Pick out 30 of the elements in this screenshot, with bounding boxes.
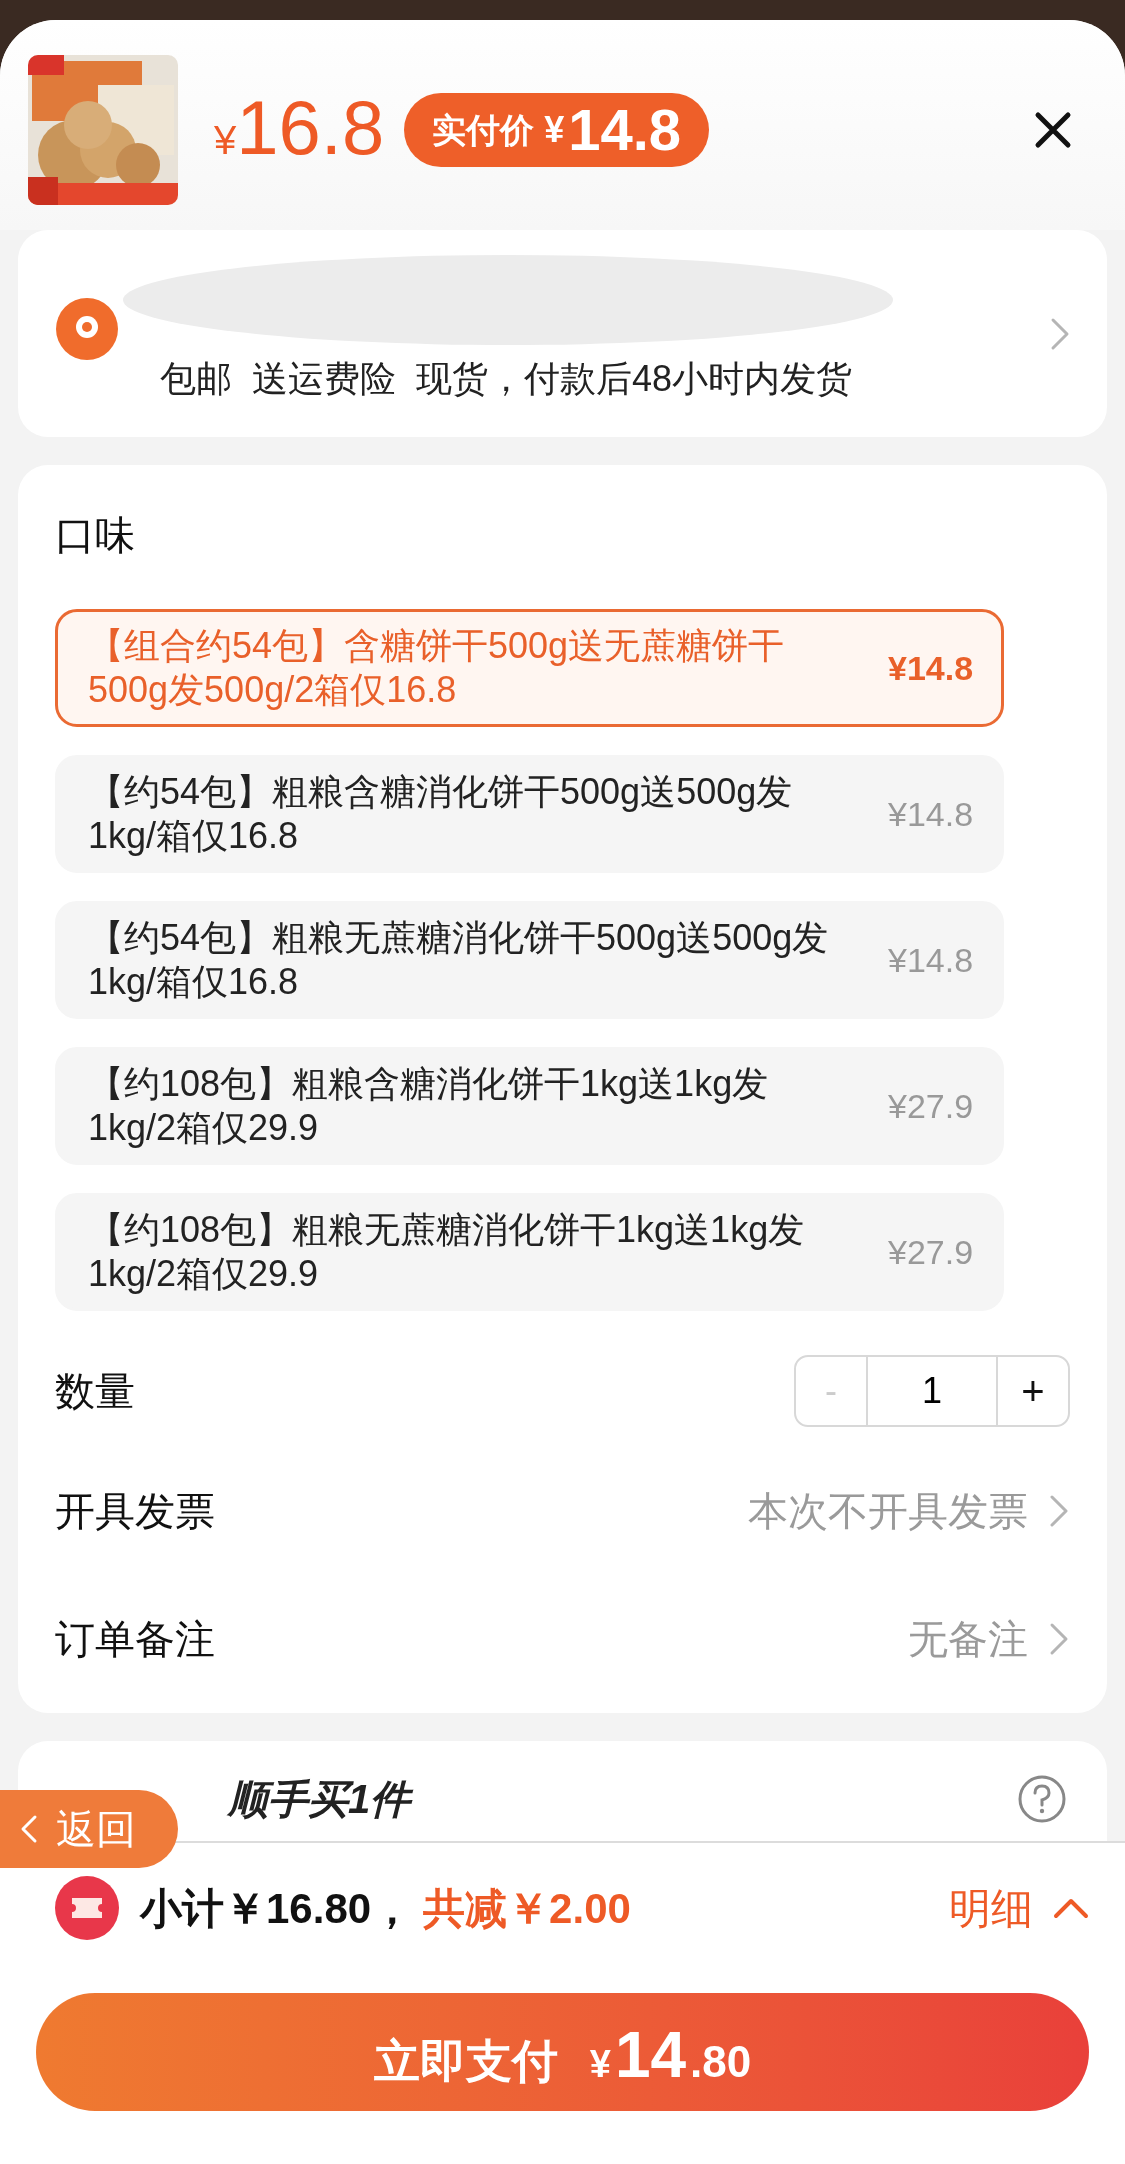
coupon-icon: [54, 1875, 120, 1941]
row-value[interactable]: 无备注: [908, 1609, 1070, 1669]
chevron-right-icon: [1048, 1493, 1070, 1529]
subtotal-text: 小计￥16.80，: [140, 1883, 414, 1934]
flavor-option[interactable]: 【组合约54包】含糖饼干500g送无蔗糖饼干500g发500g/2箱仅16.8 ¥14.8: [55, 609, 1005, 727]
row-label: 开具发票: [55, 1488, 215, 1535]
addon-title: 顺手买1件: [228, 1776, 411, 1823]
help-icon: [1017, 1774, 1067, 1824]
shipping-info: 包邮 送运费险 现货，付款后48小时内发货: [160, 356, 853, 401]
details-button[interactable]: 明细: [949, 1876, 1089, 1940]
row-label: 订单备注: [55, 1616, 215, 1663]
chevron-up-icon: [1053, 1897, 1089, 1919]
flavor-option[interactable]: 【约54包】粗粮无蔗糖消化饼干500g送500g发1kg/箱仅16.8 ¥14.8: [55, 901, 1005, 1019]
flavor-title: 口味: [55, 512, 136, 559]
back-button[interactable]: 返回: [0, 1790, 178, 1868]
flavor-option[interactable]: 【约108包】粗粮含糖消化饼干1kg送1kg发1kg/2箱仅29.9 ¥27.9: [55, 1047, 1005, 1165]
row-value[interactable]: 本次不开具发票: [748, 1481, 1070, 1541]
discount-text: 共减￥2.00: [423, 1883, 631, 1934]
original-price: ¥16.8: [214, 90, 385, 170]
pay-button[interactable]: 立即支付 ¥14.80: [36, 1993, 1089, 2111]
final-price-badge: 实付价 ¥14.8: [404, 93, 710, 167]
quantity-label: 数量: [55, 1368, 135, 1415]
chevron-left-icon: [20, 1814, 38, 1844]
increase-button[interactable]: +: [998, 1357, 1068, 1425]
quantity-value: 1: [866, 1357, 998, 1425]
shipping-card[interactable]: 包邮 送运费险 现货，付款后48小时内发货: [18, 230, 1107, 437]
flavor-option[interactable]: 【约54包】粗粮含糖消化饼干500g送500g发1kg/箱仅16.8 ¥14.8: [55, 755, 1005, 873]
flavor-option[interactable]: 【约108包】粗粮无蔗糖消化饼干1kg送1kg发1kg/2箱仅29.9 ¥27.9: [55, 1193, 1005, 1311]
close-icon: [1034, 111, 1072, 149]
chevron-right-icon: [1048, 1621, 1070, 1657]
